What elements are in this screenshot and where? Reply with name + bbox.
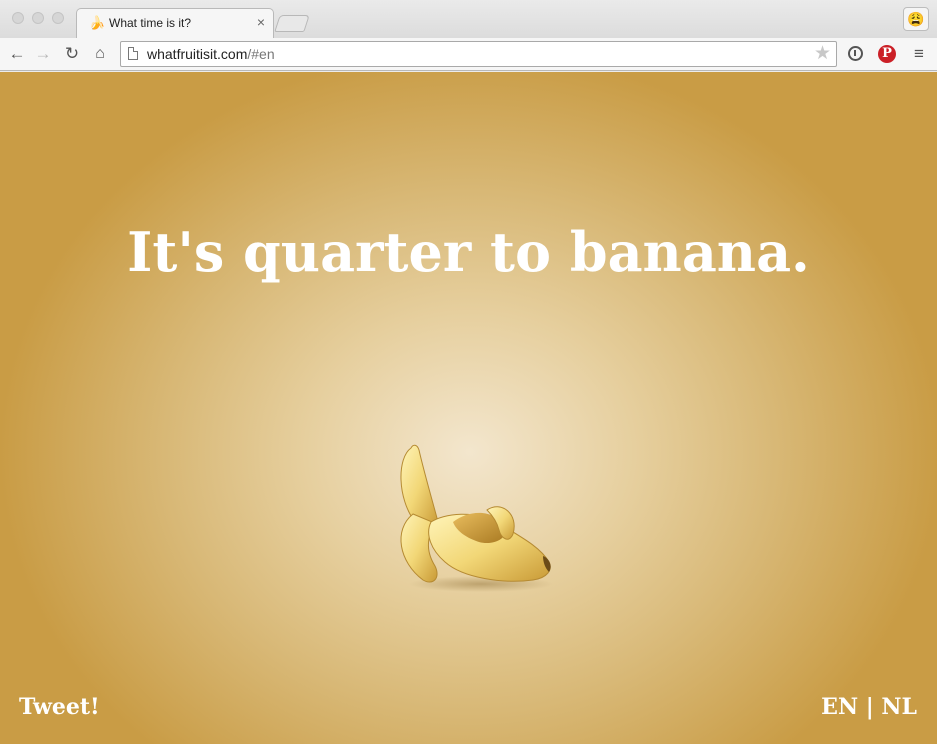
maximize-window-button[interactable] — [52, 12, 64, 24]
pinterest-icon: P — [878, 44, 896, 63]
toolbar: ← → ↻ ⌂ whatfruitisit.com/#en ★ P ≡ — [0, 38, 937, 71]
home-button[interactable]: ⌂ — [90, 44, 110, 64]
forward-button[interactable]: → — [33, 44, 53, 64]
language-nl-link[interactable]: NL — [881, 694, 917, 720]
back-button[interactable]: ← — [7, 44, 27, 64]
browser-window: 🍌 What time is it? × 😩 ← → ↻ ⌂ whatfruit… — [0, 0, 937, 744]
language-switcher: EN | NL — [821, 694, 917, 720]
menu-button[interactable]: ≡ — [909, 44, 929, 64]
language-separator: | — [865, 694, 874, 720]
minimize-window-button[interactable] — [32, 12, 44, 24]
reload-icon: ↻ — [64, 44, 80, 63]
banana-favicon-icon: 🍌 — [89, 15, 106, 30]
bookmark-star-icon[interactable]: ★ — [814, 43, 831, 65]
tweet-link[interactable]: Tweet! — [19, 694, 100, 720]
tab-close-icon[interactable]: × — [257, 14, 265, 30]
page-content: It's quarter to banana. Tweet! EN | NL — [0, 72, 937, 744]
back-arrow-icon: ← — [8, 44, 26, 63]
language-en-link[interactable]: EN — [821, 694, 858, 720]
pinterest-button[interactable]: P — [877, 44, 897, 64]
page-icon — [128, 47, 138, 60]
page-headline: It's quarter to banana. — [127, 220, 810, 284]
home-icon: ⌂ — [95, 45, 105, 62]
reload-button[interactable]: ↻ — [62, 44, 82, 64]
url-path: /#en — [247, 46, 275, 62]
address-bar[interactable]: whatfruitisit.com/#en ★ — [120, 41, 837, 67]
banana-icon — [400, 444, 553, 592]
tab-title: What time is it? — [109, 16, 192, 30]
url-text[interactable]: whatfruitisit.com/#en — [147, 46, 275, 62]
emoji-face-icon: 😩 — [907, 11, 925, 27]
info-icon — [847, 46, 863, 62]
url-host: whatfruitisit.com — [147, 46, 248, 62]
forward-arrow-icon: → — [34, 44, 52, 63]
new-tab-button[interactable] — [274, 15, 310, 32]
profile-button[interactable]: 😩 — [903, 7, 929, 31]
hamburger-menu-icon: ≡ — [914, 44, 924, 63]
tab-strip: 🍌 What time is it? × 😩 — [0, 0, 937, 38]
tab-active[interactable]: 🍌 What time is it? × — [76, 8, 274, 38]
extension-info-button[interactable] — [845, 44, 865, 64]
close-window-button[interactable] — [12, 12, 24, 24]
